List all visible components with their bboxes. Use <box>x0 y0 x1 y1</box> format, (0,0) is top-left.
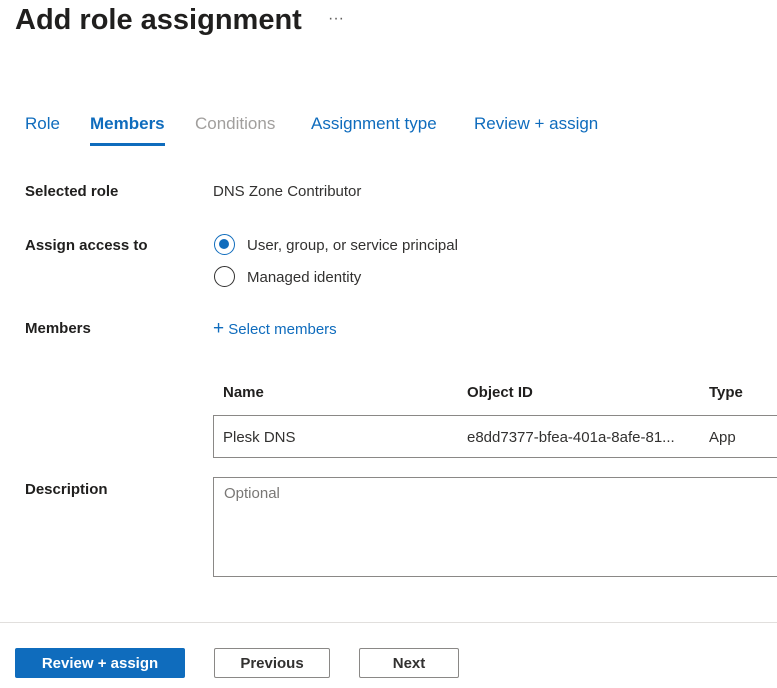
column-header-name: Name <box>223 384 264 401</box>
column-header-type: Type <box>709 384 743 401</box>
assign-access-label: Assign access to <box>25 237 148 254</box>
members-label: Members <box>25 320 91 337</box>
table-row[interactable]: Plesk DNS e8dd7377-bfea-401a-8afe-81... … <box>213 415 777 458</box>
more-options-icon[interactable]: ··· <box>328 10 344 28</box>
member-name: Plesk DNS <box>223 429 296 446</box>
description-label: Description <box>25 481 108 498</box>
page-title: Add role assignment <box>15 4 302 36</box>
radio-managed-identity[interactable] <box>214 266 235 287</box>
tab-members[interactable]: Members <box>90 114 165 146</box>
tab-review-assign[interactable]: Review + assign <box>474 114 598 143</box>
previous-button[interactable]: Previous <box>214 648 330 678</box>
radio-user-group-sp[interactable] <box>214 234 235 255</box>
tab-conditions: Conditions <box>195 114 276 133</box>
plus-icon: + <box>213 318 225 339</box>
radio-label[interactable]: User, group, or service principal <box>247 237 458 254</box>
column-header-object-id: Object ID <box>467 384 533 401</box>
member-object-id: e8dd7377-bfea-401a-8afe-81... <box>467 429 675 446</box>
review-assign-button[interactable]: Review + assign <box>15 648 185 678</box>
select-members-label: Select members <box>228 321 337 338</box>
footer-divider <box>0 622 777 623</box>
member-type: App <box>709 429 736 446</box>
radio-label[interactable]: Managed identity <box>247 269 361 286</box>
tab-assignment-type[interactable]: Assignment type <box>311 114 437 143</box>
tab-role[interactable]: Role <box>25 114 60 143</box>
select-members-link[interactable]: + Select members <box>213 318 337 340</box>
next-button[interactable]: Next <box>359 648 459 678</box>
description-input[interactable] <box>213 477 777 577</box>
selected-role-value: DNS Zone Contributor <box>213 183 362 200</box>
selected-role-label: Selected role <box>25 183 119 200</box>
